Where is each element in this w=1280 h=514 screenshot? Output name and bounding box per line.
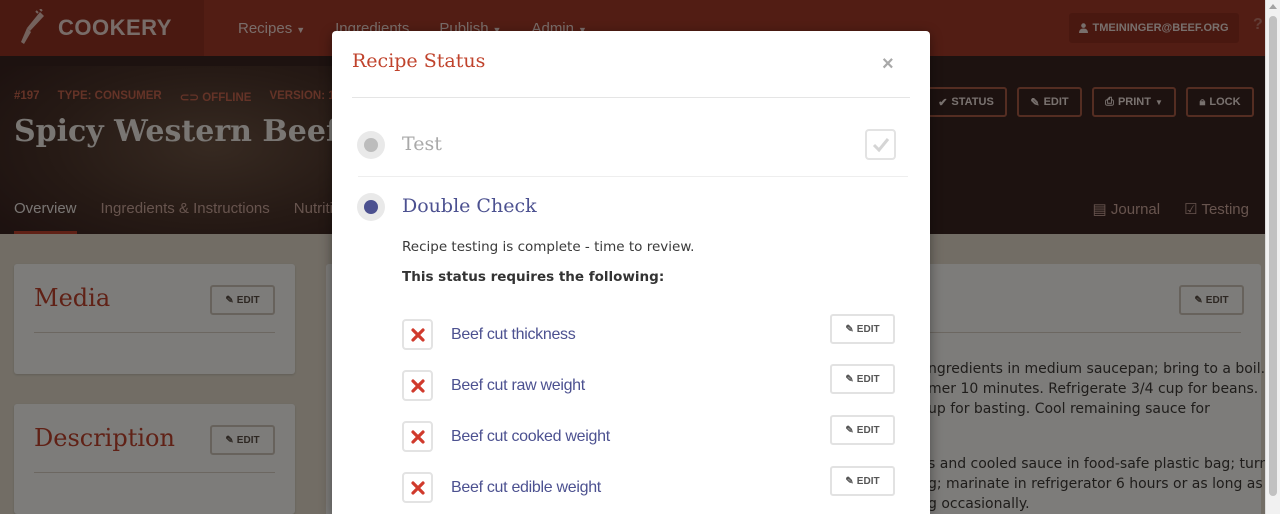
divider [352, 97, 910, 98]
pencil-icon: ✎ [845, 424, 854, 436]
status-description: Recipe testing is complete - time to rev… [402, 239, 695, 255]
pencil-icon: ✎ [845, 475, 854, 487]
recipe-status-modal: Recipe Status × Test Double Check Recipe… [332, 31, 930, 514]
modal-title: Recipe Status [352, 50, 486, 72]
x-icon [411, 379, 425, 393]
x-icon [411, 430, 425, 444]
requirement-edit-button[interactable]: ✎ EDIT [830, 314, 895, 344]
requirement-label: Beef cut edible weight [451, 479, 601, 496]
requirements-heading: This status requires the following: [402, 269, 665, 285]
requirement-label: Beef cut raw weight [451, 377, 585, 394]
requirement-status [402, 421, 433, 452]
status-radio-test[interactable] [357, 131, 385, 159]
status-label-test: Test [402, 133, 442, 155]
scroll-up-arrow-icon[interactable] [1269, 4, 1277, 9]
requirement-status [402, 472, 433, 503]
scrollbar-thumb[interactable] [1269, 16, 1277, 496]
x-icon [411, 481, 425, 495]
requirement-label: Beef cut thickness [451, 326, 576, 343]
divider [358, 176, 908, 177]
test-complete-checkbox [865, 129, 896, 160]
pencil-icon: ✎ [845, 323, 854, 335]
requirement-edit-button[interactable]: ✎ EDIT [830, 466, 895, 496]
pencil-icon: ✎ [845, 373, 854, 385]
requirement-edit-button[interactable]: ✎ EDIT [830, 364, 895, 394]
requirement-label: Beef cut cooked weight [451, 428, 610, 445]
requirement-edit-button[interactable]: ✎ EDIT [830, 415, 895, 445]
page-scrollbar[interactable] [1265, 0, 1280, 514]
status-label-double-check: Double Check [402, 195, 537, 217]
x-icon [411, 328, 425, 342]
close-icon[interactable]: × [882, 53, 894, 76]
requirement-status [402, 319, 433, 350]
status-radio-double-check[interactable] [357, 193, 385, 221]
requirement-status [402, 370, 433, 401]
check-icon [872, 138, 890, 153]
